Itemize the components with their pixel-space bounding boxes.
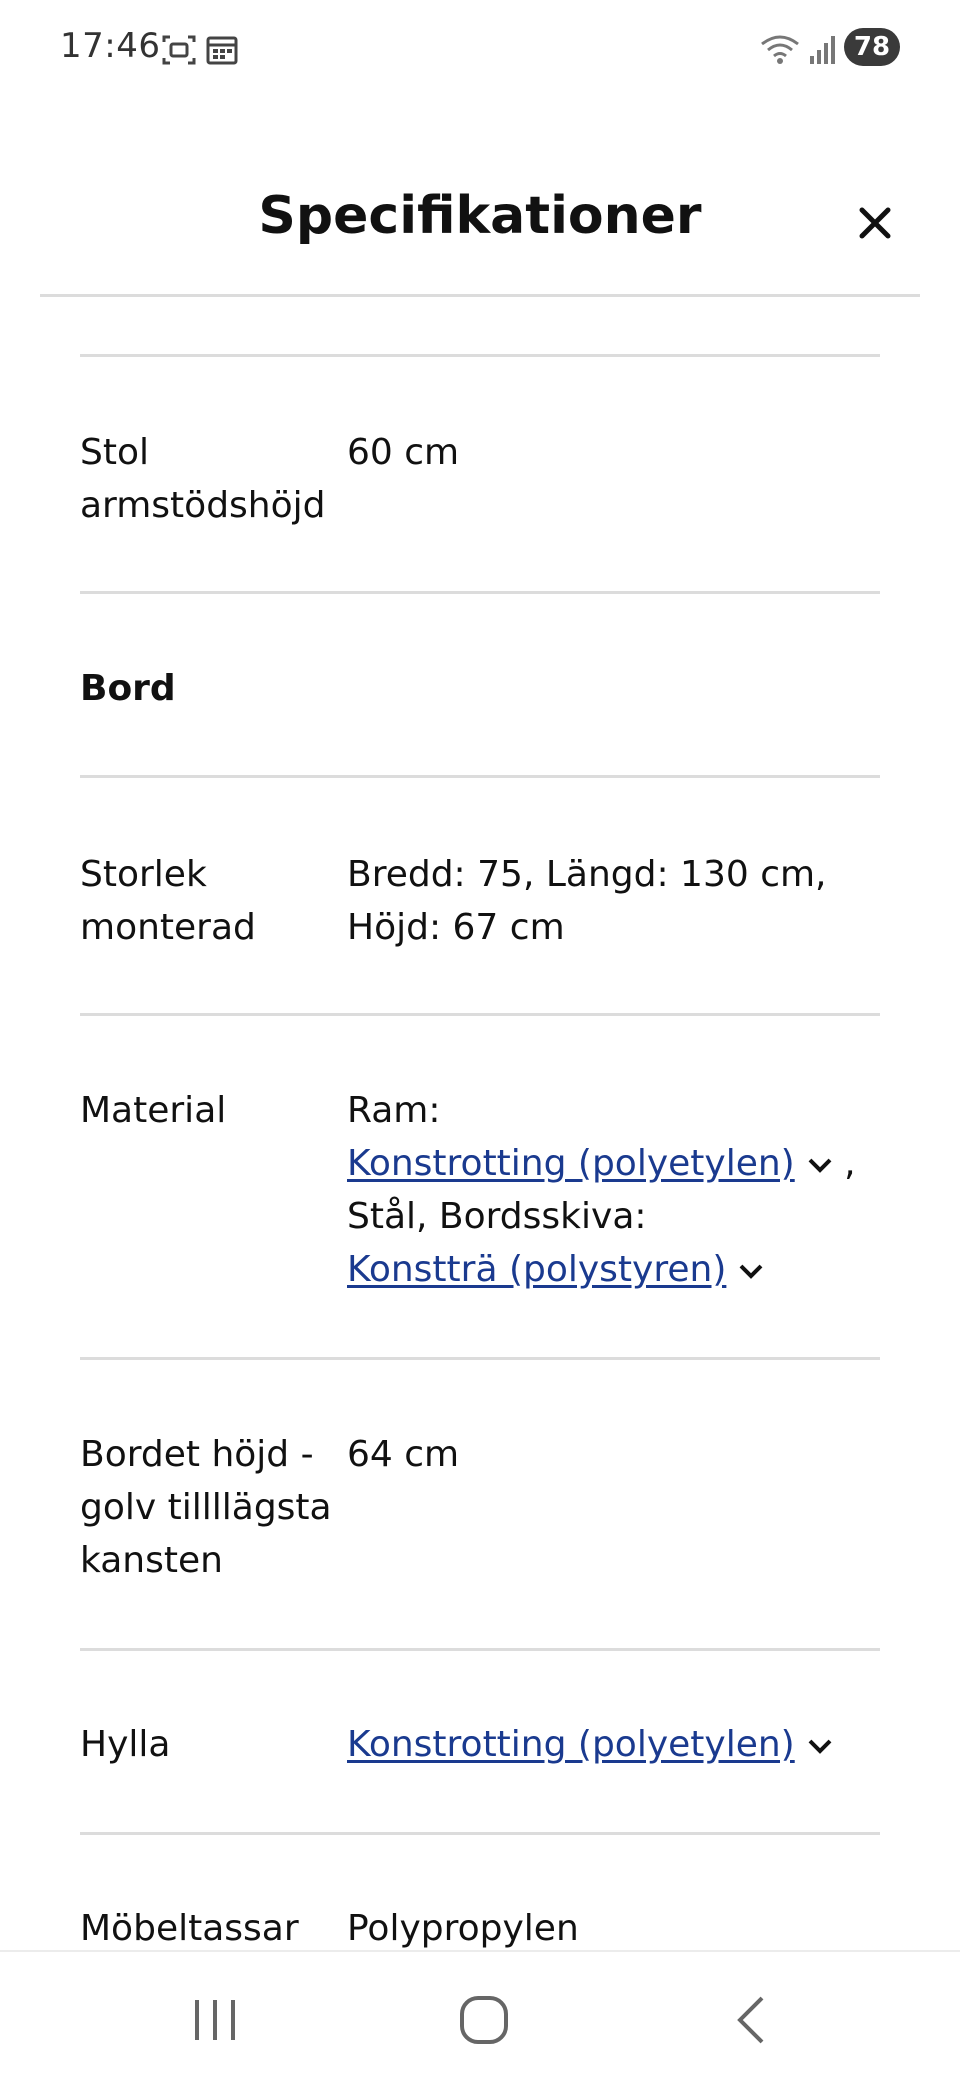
spec-value-chair-armrest: 60 cm [347,432,460,473]
chevron-down-icon[interactable] [738,1262,764,1280]
divider [80,1013,880,1016]
divider [80,591,880,594]
screenshot-icon [162,35,196,65]
spec-label-size: Storlek monterad [80,854,256,948]
home-icon[interactable] [454,1990,514,2050]
spec-value-shelf: Konstrotting (polyetylen) [347,1718,877,1771]
navigation-bar [0,1950,960,2082]
shelf-link-konstrotting[interactable]: Konstrotting (polyetylen) [347,1724,795,1765]
spec-value-size: Bredd: 75, Längd: 130 cm, Höjd: 67 cm [347,854,827,948]
battery-indicator: 78 [844,28,900,66]
spec-label-material: Material [80,1090,227,1131]
chevron-down-icon[interactable] [807,1156,833,1174]
status-time: 17:46 [60,26,161,66]
spec-label-shelf: Hylla [80,1724,171,1765]
status-bar: 17:46 78 [0,0,960,100]
spec-list: Stol armstödshöjd 60 cm Bord Storlek mon… [80,354,880,1950]
divider [80,1648,880,1651]
modal-header: Specifikationer [40,140,920,297]
page-title: Specifikationer [258,186,702,246]
chevron-down-icon[interactable] [807,1737,833,1755]
spec-label-chair-armrest: Stol armstödshöjd [80,432,326,526]
divider [80,1832,880,1835]
section-title-table: Bord [80,668,176,709]
divider [80,354,880,357]
material-link-konstrotting[interactable]: Konstrotting (polyetylen) [347,1143,795,1184]
wifi-icon [761,35,799,64]
signal-icon [810,36,835,64]
divider [80,775,880,778]
back-icon[interactable] [722,1990,782,2050]
recent-apps-icon[interactable] [185,1990,245,2050]
divider [80,1357,880,1360]
spec-value-table-height: 64 cm [347,1434,460,1475]
spec-label-feet: Möbeltassar [80,1908,299,1949]
spec-value-material: Ram: Konstrotting (polyetylen) , Stål, B… [347,1090,856,1290]
close-icon[interactable] [850,198,900,248]
spec-value-feet: Polypropylen [347,1908,579,1949]
material-link-konsttra[interactable]: Konstträ (polystyren) [347,1249,726,1290]
calendar-icon [206,36,238,65]
spec-label-table-height: Bordet höjd - golv tillllägsta kansten [80,1434,332,1581]
